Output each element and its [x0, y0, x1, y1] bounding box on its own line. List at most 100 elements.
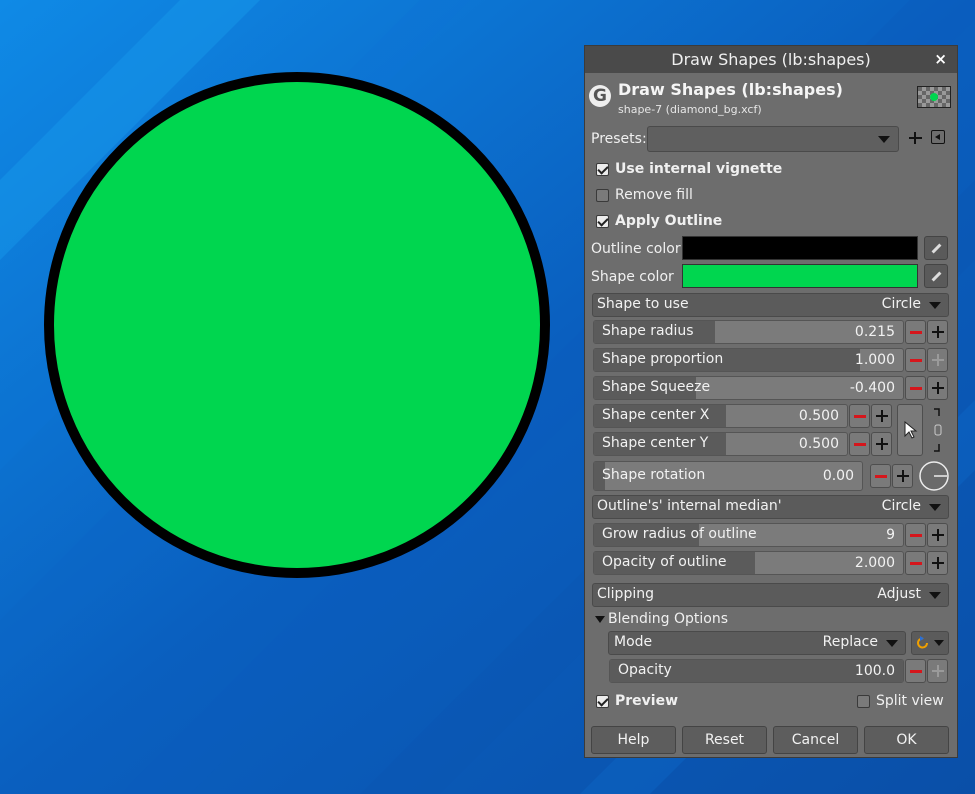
opacity-increase-button[interactable] — [927, 659, 948, 683]
shape-color-label: Shape color — [591, 269, 674, 285]
grow-radius-decrease-button[interactable] — [905, 523, 926, 547]
blend-mode-value: Replace — [822, 634, 878, 650]
opacity-outline-slider[interactable]: Opacity of outline 2.000 — [593, 551, 904, 575]
shape-to-use-label: Shape to use — [597, 296, 689, 312]
shape-center-y-slider[interactable]: Shape center Y 0.500 — [593, 432, 848, 456]
apply-outline-label: Apply Outline — [615, 213, 723, 229]
shape-center-x-label: Shape center X — [602, 407, 710, 423]
add-preset-icon[interactable] — [908, 129, 924, 147]
gimp-logo-icon: G — [589, 85, 611, 107]
shape-squeeze-value: -0.400 — [849, 380, 895, 396]
grow-radius-increase-button[interactable] — [927, 523, 948, 547]
opacity-outline-label: Opacity of outline — [602, 554, 727, 570]
clipping-label: Clipping — [597, 586, 654, 602]
shape-squeeze-decrease-button[interactable] — [905, 376, 926, 400]
ok-button[interactable]: OK — [864, 726, 949, 754]
shape-rotation-label: Shape rotation — [602, 467, 706, 483]
presets-dropdown[interactable] — [647, 126, 899, 152]
shape-rotation-increase-button[interactable] — [892, 464, 913, 488]
outline-color-label: Outline color — [591, 241, 681, 257]
help-button[interactable]: Help — [591, 726, 676, 754]
shape-rotation-value: 0.00 — [822, 468, 854, 484]
blend-reset-button[interactable] — [911, 631, 949, 655]
shape-center-x-increase-button[interactable] — [871, 404, 892, 428]
reset-button[interactable]: Reset — [682, 726, 767, 754]
clipping-dropdown[interactable]: Clipping Adjust — [592, 583, 949, 607]
split-view-label: Split view — [876, 693, 944, 709]
preset-menu-icon[interactable] — [931, 130, 945, 144]
opacity-outline-value: 2.000 — [854, 555, 895, 571]
chevron-down-icon — [878, 136, 890, 143]
outline-median-dropdown[interactable]: Outline's' internal median' Circle — [592, 495, 949, 519]
outline-median-label: Outline's' internal median' — [597, 498, 782, 514]
rotation-dial-icon[interactable] — [918, 460, 950, 492]
shape-radius-label: Shape radius — [602, 323, 694, 339]
shape-center-y-label: Shape center Y — [602, 435, 709, 451]
opacity-outline-decrease-button[interactable] — [905, 551, 926, 575]
chevron-down-icon — [886, 640, 898, 647]
preview-label: Preview — [615, 693, 679, 709]
shape-proportion-value: 1.000 — [854, 352, 895, 368]
opacity-slider[interactable]: Opacity 100.0 — [609, 659, 904, 683]
shape-squeeze-slider[interactable]: Shape Squeeze -0.400 — [593, 376, 904, 400]
split-view-checkbox[interactable] — [857, 695, 870, 708]
shape-proportion-increase-button[interactable] — [927, 348, 948, 372]
shape-proportion-label: Shape proportion — [602, 351, 724, 367]
shape-color-picker-icon[interactable] — [924, 264, 948, 288]
drawn-circle-shape — [44, 72, 550, 578]
header-title: Draw Shapes (lb:shapes) — [618, 80, 843, 99]
grow-radius-label: Grow radius of outline — [602, 526, 757, 542]
shape-center-y-increase-button[interactable] — [871, 432, 892, 456]
close-icon[interactable]: × — [934, 46, 947, 73]
shape-radius-slider[interactable]: Shape radius 0.215 — [593, 320, 904, 344]
opacity-decrease-button[interactable] — [905, 659, 926, 683]
grow-radius-value: 9 — [886, 527, 895, 543]
presets-label: Presets: — [591, 131, 647, 147]
shape-rotation-decrease-button[interactable] — [870, 464, 891, 488]
window-title: Draw Shapes (lb:shapes) — [671, 50, 871, 69]
chevron-down-icon — [929, 302, 941, 309]
remove-fill-checkbox[interactable] — [596, 189, 609, 202]
opacity-value: 100.0 — [854, 663, 895, 679]
blend-mode-dropdown[interactable]: Mode Replace — [608, 631, 906, 655]
shape-to-use-dropdown[interactable]: Shape to use Circle — [592, 293, 949, 317]
blend-mode-label: Mode — [614, 634, 653, 650]
shape-radius-decrease-button[interactable] — [905, 320, 926, 344]
image-thumbnail — [917, 86, 951, 108]
shape-center-x-slider[interactable]: Shape center X 0.500 — [593, 404, 848, 428]
grow-radius-slider[interactable]: Grow radius of outline 9 — [593, 523, 904, 547]
chain-link-icon[interactable] — [931, 406, 945, 454]
preview-checkbox[interactable] — [596, 695, 609, 708]
shape-color-swatch[interactable] — [682, 264, 918, 288]
shape-proportion-slider[interactable]: Shape proportion 1.000 — [593, 348, 904, 372]
cancel-button[interactable]: Cancel — [773, 726, 858, 754]
shape-radius-increase-button[interactable] — [927, 320, 948, 344]
header-subtitle: shape-7 (diamond_bg.xcf) — [618, 103, 762, 116]
outline-median-value: Circle — [881, 498, 921, 514]
chevron-down-icon — [934, 640, 944, 646]
pointer-icon — [904, 421, 918, 439]
use-internal-vignette-checkbox[interactable] — [596, 163, 609, 176]
remove-fill-label: Remove fill — [615, 187, 693, 203]
shape-center-x-value: 0.500 — [798, 408, 839, 424]
dialog-titlebar: Draw Shapes (lb:shapes) × — [585, 46, 957, 73]
reset-mode-icon — [917, 636, 928, 649]
chevron-down-icon — [929, 592, 941, 599]
blending-options-expander[interactable]: Blending Options — [593, 611, 793, 629]
pick-center-button[interactable] — [897, 404, 923, 456]
expander-arrow-icon — [595, 616, 605, 623]
shape-rotation-slider[interactable]: Shape rotation 0.00 — [593, 461, 863, 491]
blending-options-label: Blending Options — [608, 611, 728, 627]
apply-outline-checkbox[interactable] — [596, 215, 609, 228]
shape-center-y-decrease-button[interactable] — [849, 432, 870, 456]
outline-color-picker-icon[interactable] — [924, 236, 948, 260]
shape-proportion-decrease-button[interactable] — [905, 348, 926, 372]
draw-shapes-dialog: Draw Shapes (lb:shapes) × G Draw Shapes … — [584, 45, 958, 758]
dialog-header: G Draw Shapes (lb:shapes) shape-7 (diamo… — [585, 74, 957, 120]
shape-center-x-decrease-button[interactable] — [849, 404, 870, 428]
outline-color-swatch[interactable] — [682, 236, 918, 260]
opacity-outline-increase-button[interactable] — [927, 551, 948, 575]
shape-radius-value: 0.215 — [854, 324, 895, 340]
shape-squeeze-increase-button[interactable] — [927, 376, 948, 400]
shape-to-use-value: Circle — [881, 296, 921, 312]
